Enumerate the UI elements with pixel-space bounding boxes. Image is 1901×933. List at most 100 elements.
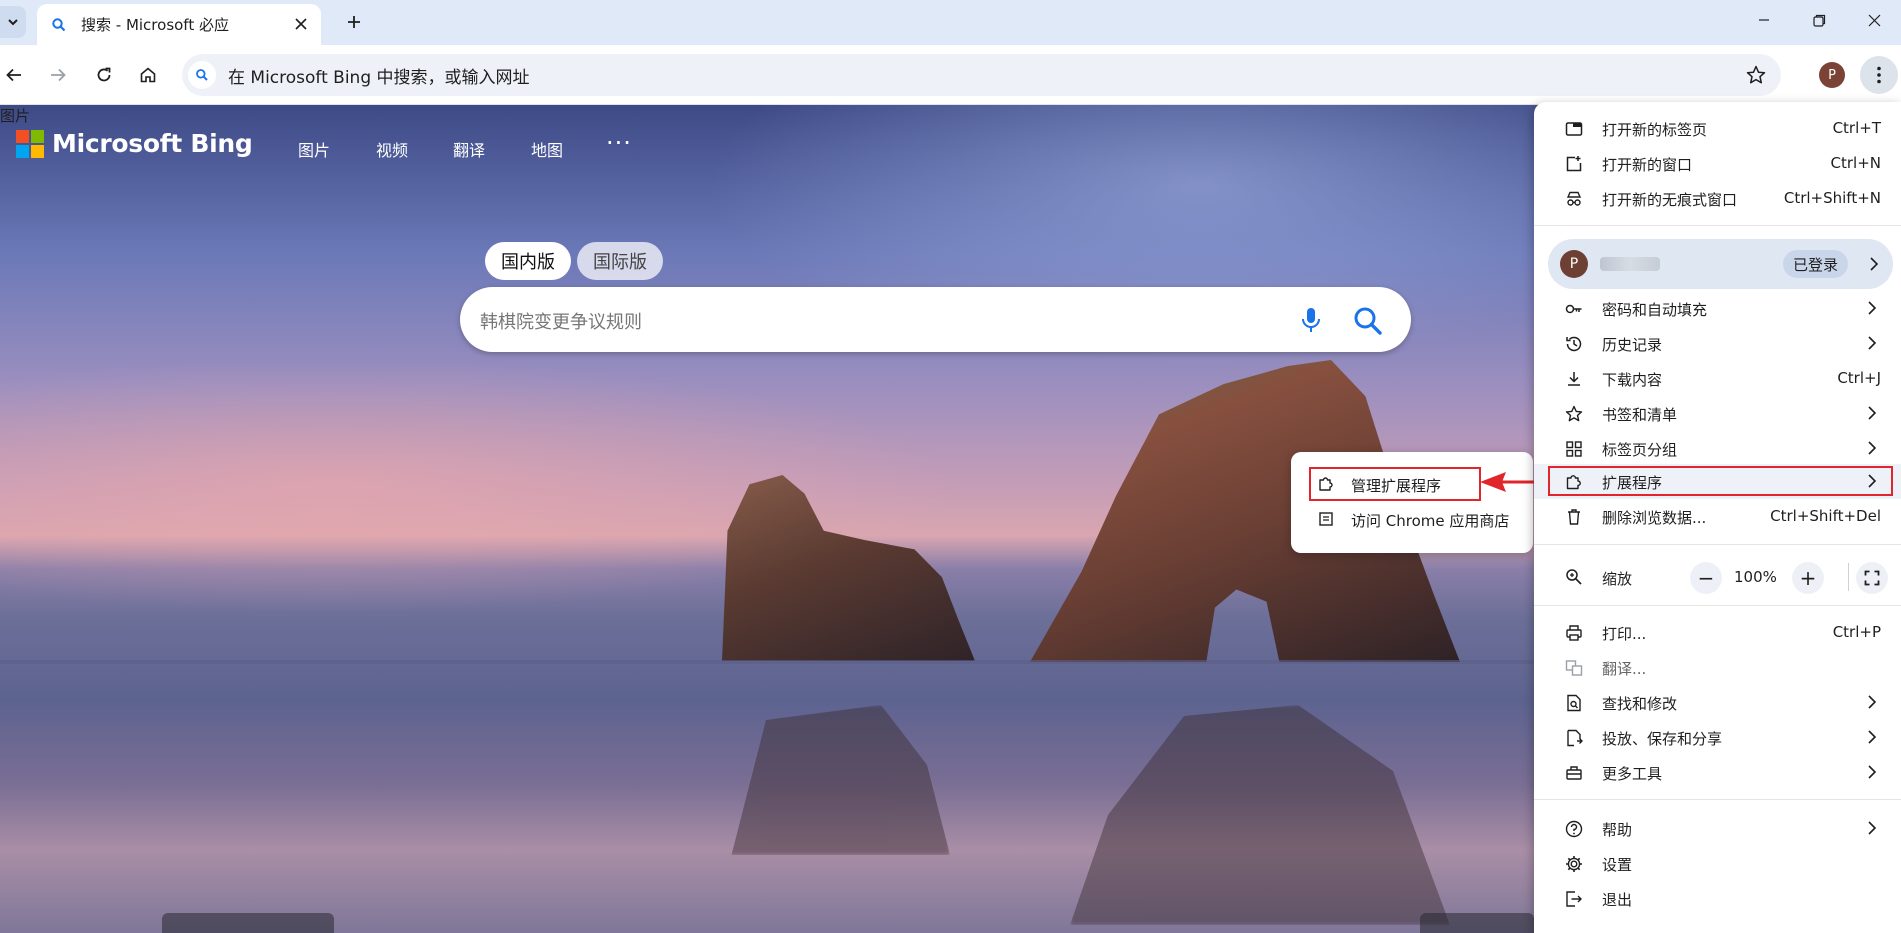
menu-item-translate: 翻译... bbox=[1534, 650, 1901, 685]
menu-item-clear-data[interactable]: 删除浏览数据... Ctrl+Shift+Del bbox=[1534, 499, 1901, 534]
menu-item-print[interactable]: 打印... Ctrl+P bbox=[1534, 615, 1901, 650]
key-icon bbox=[1565, 304, 1582, 314]
chevron-right-icon bbox=[1868, 336, 1877, 350]
plus-icon bbox=[348, 16, 360, 28]
menu-shortcut: Ctrl+P bbox=[1832, 623, 1881, 641]
translate-icon bbox=[1565, 660, 1583, 676]
menu-label: 标签页分组 bbox=[1602, 441, 1678, 459]
menu-item-cast-save-share[interactable]: 投放、保存和分享 bbox=[1534, 720, 1901, 755]
new-window-icon bbox=[1566, 156, 1582, 172]
menu-item-downloads[interactable]: 下载内容 Ctrl+J bbox=[1534, 361, 1901, 396]
menu-item-new-window[interactable]: 打开新的窗口 Ctrl+N bbox=[1534, 146, 1901, 181]
zoom-icon bbox=[1566, 569, 1582, 585]
exit-icon bbox=[1566, 891, 1582, 907]
nav-videos-link[interactable]: 视频 bbox=[376, 137, 408, 161]
region-switch: 国内版 国际版 bbox=[485, 242, 663, 280]
menu-label: 打开新的无痕式窗口 bbox=[1602, 191, 1738, 209]
more-vertical-icon bbox=[1877, 66, 1881, 84]
menu-item-find[interactable]: 查找和修改 bbox=[1534, 685, 1901, 720]
menu-separator bbox=[1534, 544, 1901, 545]
tab-title: 搜索 - Microsoft 必应 bbox=[81, 16, 229, 34]
menu-label: 查找和修改 bbox=[1602, 695, 1678, 713]
menu-label: 退出 bbox=[1602, 891, 1633, 909]
menu-label: 打开新的窗口 bbox=[1602, 156, 1693, 174]
zoom-in-button[interactable]: + bbox=[1792, 562, 1824, 594]
nav-maps-link[interactable]: 地图 bbox=[531, 137, 563, 161]
home-button[interactable] bbox=[132, 59, 164, 91]
minimize-button[interactable] bbox=[1741, 4, 1787, 36]
microsoft-logo-icon bbox=[16, 129, 44, 158]
menu-item-settings[interactable]: 设置 bbox=[1534, 846, 1901, 881]
gear-icon bbox=[1566, 856, 1582, 872]
background-rock-left bbox=[722, 475, 975, 661]
forward-button[interactable] bbox=[42, 59, 74, 91]
nav-translate-link[interactable]: 翻译 bbox=[453, 137, 485, 161]
profile-avatar-button[interactable]: P bbox=[1819, 62, 1845, 88]
toolbox-icon bbox=[1566, 766, 1582, 780]
menu-label: 书签和清单 bbox=[1602, 406, 1678, 424]
trash-icon bbox=[1568, 509, 1580, 525]
menu-item-help[interactable]: 帮助 bbox=[1534, 811, 1901, 846]
search-icon[interactable] bbox=[1352, 305, 1384, 337]
menu-profile-row[interactable]: P 已登录 bbox=[1548, 239, 1893, 289]
profile-name-redacted bbox=[1600, 257, 1660, 271]
address-bar[interactable]: 在 Microsoft Bing 中搜索，或输入网址 bbox=[182, 54, 1781, 96]
history-icon bbox=[1566, 336, 1582, 352]
bing-search-input[interactable]: 韩棋院变更争议规则 bbox=[480, 308, 642, 334]
menu-shortcut: Ctrl+J bbox=[1837, 369, 1881, 387]
rock-reflection-right bbox=[1070, 705, 1450, 925]
new-tab-icon bbox=[1565, 122, 1583, 136]
microphone-icon[interactable] bbox=[1296, 305, 1326, 335]
bing-logo[interactable]: Microsoft Bing bbox=[16, 129, 253, 158]
zoom-level: 100% bbox=[1734, 568, 1777, 586]
reload-button[interactable] bbox=[88, 59, 120, 91]
chevron-down-icon bbox=[8, 19, 18, 26]
visit-web-store-item[interactable]: 访问 Chrome 应用商店 bbox=[1291, 502, 1533, 536]
bing-search-box[interactable]: 韩棋院变更争议规则 bbox=[460, 287, 1411, 352]
chrome-main-menu: 打开新的标签页 Ctrl+T 打开新的窗口 Ctrl+N 打开新的无痕式窗口 C… bbox=[1534, 102, 1901, 933]
chevron-right-icon bbox=[1870, 257, 1879, 271]
bottom-chip-left[interactable] bbox=[162, 913, 334, 933]
address-text: 在 Microsoft Bing 中搜索，或输入网址 bbox=[228, 67, 530, 88]
chrome-menu-button[interactable] bbox=[1860, 56, 1898, 94]
bookmark-star-icon[interactable] bbox=[1745, 64, 1767, 86]
menu-label: 删除浏览数据... bbox=[1602, 509, 1707, 527]
menu-item-new-tab[interactable]: 打开新的标签页 Ctrl+T bbox=[1534, 111, 1901, 146]
home-icon bbox=[140, 67, 156, 83]
annotation-arrow-icon bbox=[1480, 472, 1538, 492]
restore-button[interactable] bbox=[1796, 4, 1842, 36]
menu-item-more-tools[interactable]: 更多工具 bbox=[1534, 755, 1901, 790]
chevron-right-icon bbox=[1868, 301, 1877, 315]
menu-item-passwords[interactable]: 密码和自动填充 bbox=[1534, 291, 1901, 326]
menu-label: 下载内容 bbox=[1602, 371, 1663, 389]
visit-web-store-label: 访问 Chrome 应用商店 bbox=[1351, 512, 1510, 530]
region-tab-international[interactable]: 国际版 bbox=[577, 242, 663, 280]
close-window-button[interactable] bbox=[1851, 4, 1897, 36]
zoom-divider bbox=[1848, 563, 1849, 591]
web-store-icon bbox=[1319, 512, 1333, 526]
menu-separator bbox=[1534, 225, 1901, 226]
back-button[interactable] bbox=[0, 59, 30, 91]
new-tab-button[interactable] bbox=[340, 8, 368, 36]
restore-icon bbox=[1812, 14, 1825, 27]
menu-separator bbox=[1534, 799, 1901, 800]
menu-item-incognito[interactable]: 打开新的无痕式窗口 Ctrl+Shift+N bbox=[1534, 181, 1901, 216]
nav-images-link[interactable]: 图片 bbox=[298, 137, 330, 161]
download-icon bbox=[1568, 372, 1580, 386]
bottom-chip-right[interactable] bbox=[1420, 913, 1534, 933]
tab-strip: 搜索 - Microsoft 必应 bbox=[0, 0, 1901, 45]
close-tab-icon[interactable] bbox=[291, 14, 311, 34]
menu-item-bookmarks[interactable]: 书签和清单 bbox=[1534, 396, 1901, 431]
menu-shortcut: Ctrl+Shift+N bbox=[1783, 189, 1881, 207]
tab-search-button[interactable] bbox=[0, 6, 26, 38]
fullscreen-button[interactable] bbox=[1856, 562, 1888, 594]
browser-tab[interactable]: 搜索 - Microsoft 必应 bbox=[37, 4, 321, 45]
menu-item-tab-groups[interactable]: 标签页分组 bbox=[1534, 431, 1901, 466]
zoom-out-button[interactable]: − bbox=[1690, 562, 1722, 594]
region-tab-domestic[interactable]: 国内版 bbox=[485, 242, 571, 280]
bing-search-icon bbox=[49, 15, 69, 35]
menu-item-history[interactable]: 历史记录 bbox=[1534, 326, 1901, 361]
help-icon bbox=[1565, 820, 1583, 838]
nav-more-button[interactable]: ··· bbox=[606, 129, 632, 157]
menu-item-exit[interactable]: 退出 bbox=[1534, 881, 1901, 916]
